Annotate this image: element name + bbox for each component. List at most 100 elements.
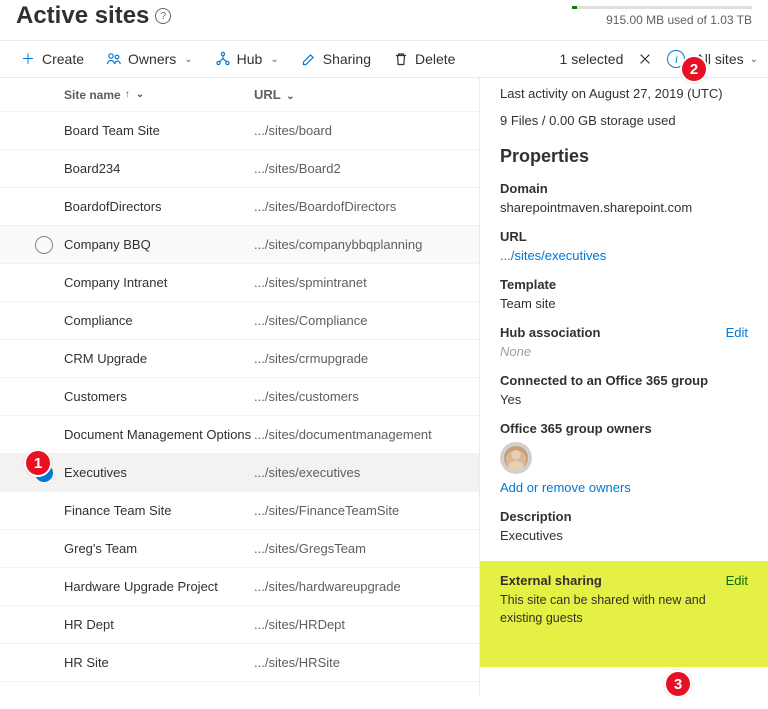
url-value[interactable]: .../sites/executives (500, 248, 748, 263)
close-icon (638, 52, 652, 66)
description-value: Executives (500, 528, 748, 543)
site-name-cell[interactable]: Company BBQ (64, 237, 254, 252)
table-row[interactable]: CRM Upgrade.../sites/crmupgrade (0, 340, 479, 378)
site-name-cell[interactable]: Customers (64, 389, 254, 404)
chevron-down-icon: ⌄ (270, 54, 278, 65)
site-name-cell[interactable]: BoardofDirectors (64, 199, 254, 214)
owner-avatar[interactable] (500, 442, 532, 474)
table-row[interactable]: HR Site.../sites/HRSite (0, 644, 479, 682)
hub-label: Hub (237, 51, 263, 67)
site-url-cell[interactable]: .../sites/HRDept (254, 617, 479, 632)
hub-icon (215, 51, 231, 67)
site-url-cell[interactable]: .../sites/HRSite (254, 655, 479, 670)
delete-button[interactable]: Delete (383, 47, 465, 71)
site-name-cell[interactable]: Executives (64, 465, 254, 480)
storage-usage: 915.00 MB used of 1.03 TB (572, 6, 752, 27)
external-sharing-text: This site can be shared with new and exi… (500, 592, 748, 627)
clear-selection-button[interactable] (633, 47, 657, 71)
site-url-cell[interactable]: .../sites/FinanceTeamSite (254, 503, 479, 518)
site-url-cell[interactable]: .../sites/Compliance (254, 313, 479, 328)
site-url-cell[interactable]: .../sites/executives (254, 465, 479, 480)
create-label: Create (42, 51, 84, 67)
hub-label: Hub association Edit (500, 325, 748, 340)
sharing-button[interactable]: Sharing (291, 47, 381, 71)
site-url-cell[interactable]: .../sites/companybbqplanning (254, 237, 479, 252)
last-activity: Last activity on August 27, 2019 (UTC) (500, 86, 748, 101)
connected-value: Yes (500, 392, 748, 407)
storage-bar (572, 6, 752, 9)
table-row[interactable]: Customers.../sites/customers (0, 378, 479, 416)
owners-label: Owners (128, 51, 176, 67)
site-url-cell[interactable]: .../sites/hardwareupgrade (254, 579, 479, 594)
table-row[interactable]: Company Intranet.../sites/spmintranet (0, 264, 479, 302)
site-name-cell[interactable]: Board Team Site (64, 123, 254, 138)
details-pane: Last activity on August 27, 2019 (UTC) 9… (480, 78, 768, 697)
create-button[interactable]: ＋ Create (10, 47, 94, 71)
table-row[interactable]: Greg's Team.../sites/GregsTeam (0, 530, 479, 568)
external-sharing-section: External sharing Edit This site can be s… (480, 561, 768, 667)
storage-text: 915.00 MB used of 1.03 TB (572, 13, 752, 27)
site-url-cell[interactable]: .../sites/customers (254, 389, 479, 404)
row-select-checkbox[interactable] (35, 236, 53, 254)
domain-value: sharepointmaven.sharepoint.com (500, 200, 748, 215)
table-row[interactable]: Hardware Upgrade Project.../sites/hardwa… (0, 568, 479, 606)
site-url-cell[interactable]: .../sites/Board2 (254, 161, 479, 176)
site-name-cell[interactable]: Greg's Team (64, 541, 254, 556)
external-sharing-label: External sharing (500, 573, 602, 588)
hub-dropdown[interactable]: Hub ⌄ (205, 47, 289, 71)
trash-icon (393, 51, 409, 67)
site-url-cell[interactable]: .../sites/GregsTeam (254, 541, 479, 556)
domain-label: Domain (500, 181, 748, 196)
chevron-down-icon: ⌄ (184, 54, 192, 65)
chevron-down-icon: ⌄ (286, 91, 294, 102)
description-label: Description (500, 509, 748, 524)
callout-badge-2: 2 (680, 55, 708, 83)
external-sharing-edit-link[interactable]: Edit (726, 573, 748, 588)
add-remove-owners-link[interactable]: Add or remove owners (500, 480, 748, 495)
table-row[interactable]: Executives.../sites/executives (0, 454, 479, 492)
site-name-cell[interactable]: Board234 (64, 161, 254, 176)
site-name-cell[interactable]: HR Site (64, 655, 254, 670)
table-header: Site name ↑ ⌄ URL ⌄ (0, 78, 479, 112)
template-value: Team site (500, 296, 748, 311)
column-site-name[interactable]: Site name ↑ ⌄ (64, 88, 254, 102)
col-name-label: Site name (64, 88, 121, 102)
connected-label: Connected to an Office 365 group (500, 373, 748, 388)
site-name-cell[interactable]: Document Management Options (64, 427, 254, 442)
page-title: Active sites (16, 2, 149, 30)
callout-badge-1: 1 (24, 449, 52, 477)
edit-icon (301, 51, 317, 67)
owners-dropdown[interactable]: Owners ⌄ (96, 47, 203, 71)
command-bar: ＋ Create Owners ⌄ Hub ⌄ Sharing Delete 1… (0, 40, 768, 78)
table-row[interactable]: Company BBQ.../sites/companybbqplanning (0, 226, 479, 264)
hub-value: None (500, 344, 748, 359)
site-name-cell[interactable]: Company Intranet (64, 275, 254, 290)
site-name-cell[interactable]: Compliance (64, 313, 254, 328)
site-name-cell[interactable]: CRM Upgrade (64, 351, 254, 366)
sort-asc-icon: ↑ (125, 89, 130, 100)
help-icon[interactable]: ? (155, 8, 171, 24)
site-name-cell[interactable]: HR Dept (64, 617, 254, 632)
table-row[interactable]: Board234.../sites/Board2 (0, 150, 479, 188)
column-url[interactable]: URL ⌄ (254, 87, 479, 102)
properties-heading: Properties (500, 146, 748, 167)
sharing-label: Sharing (323, 51, 371, 67)
site-name-cell[interactable]: Hardware Upgrade Project (64, 579, 254, 594)
table-row[interactable]: Compliance.../sites/Compliance (0, 302, 479, 340)
site-url-cell[interactable]: .../sites/board (254, 123, 479, 138)
table-row[interactable]: Document Management Options.../sites/doc… (0, 416, 479, 454)
table-row[interactable]: HR Dept.../sites/HRDept (0, 606, 479, 644)
site-url-cell[interactable]: .../sites/spmintranet (254, 275, 479, 290)
owners-icon (106, 51, 122, 67)
site-name-cell[interactable]: Finance Team Site (64, 503, 254, 518)
table-row[interactable]: Board Team Site.../sites/board (0, 112, 479, 150)
site-url-cell[interactable]: .../sites/documentmanagement (254, 427, 479, 442)
site-url-cell[interactable]: .../sites/BoardofDirectors (254, 199, 479, 214)
table-row[interactable]: Finance Team Site.../sites/FinanceTeamSi… (0, 492, 479, 530)
chevron-down-icon: ⌄ (750, 54, 758, 65)
sites-list[interactable]: Site name ↑ ⌄ URL ⌄ Board Team Site.../s… (0, 78, 480, 697)
table-row[interactable]: BoardofDirectors.../sites/BoardofDirecto… (0, 188, 479, 226)
site-url-cell[interactable]: .../sites/crmupgrade (254, 351, 479, 366)
hub-edit-link[interactable]: Edit (726, 325, 748, 340)
selection-count: 1 selected (560, 51, 624, 67)
